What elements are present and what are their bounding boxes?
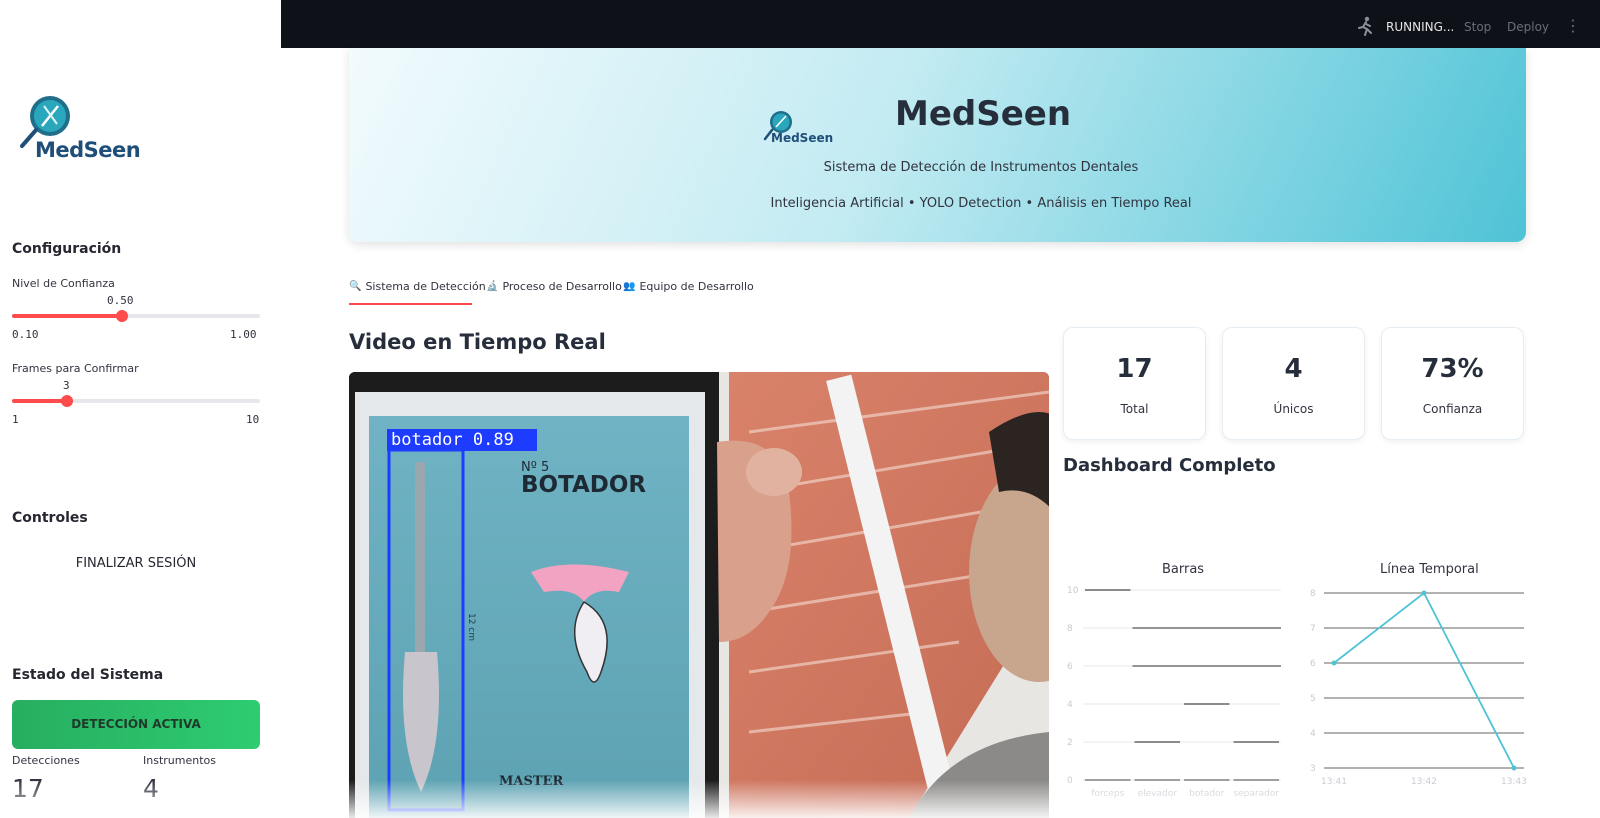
tab-label: Proceso de Desarrollo [502, 280, 622, 293]
detection-label: botador 0.89 [391, 430, 514, 450]
x-tick-label: elevador [1138, 789, 1178, 799]
confidence-max: 1.00 [230, 328, 257, 341]
y-tick-label: 6 [1067, 662, 1073, 672]
x-tick-label: forceps [1091, 789, 1124, 799]
dashboard-heading: Dashboard Completo [1063, 455, 1276, 476]
instruments-label: Instrumentos [143, 754, 216, 767]
confidence-slider-thumb[interactable] [116, 310, 129, 322]
frames-label: Frames para Confirmar [12, 362, 139, 375]
metric-label: Únicos [1273, 402, 1314, 416]
line-chart: 3 4 5 6 7 8 13:41 13:42 13:43 [1310, 589, 1527, 787]
controls-heading: Controles [12, 510, 88, 526]
y-tick-label: 8 [1310, 589, 1316, 599]
metric-value: 4 [1284, 354, 1303, 384]
confidence-min: 0.10 [12, 328, 39, 341]
video-heading: Video en Tiempo Real [349, 330, 606, 354]
stop-button[interactable]: Stop [1464, 20, 1491, 34]
detections-value: 17 [12, 774, 44, 803]
confidence-value: 0.50 [107, 294, 134, 307]
card-brand: MASTER [499, 774, 564, 789]
page-subtitle: Sistema de Detección de Instrumentos Den… [823, 160, 1139, 175]
data-point [1331, 660, 1337, 666]
sidebar: MedSeen Configuración Nivel de Confianza… [0, 0, 281, 818]
card-measure: 12 cm [466, 612, 477, 642]
metric-value: 17 [1116, 354, 1153, 384]
data-point [1421, 590, 1427, 596]
metric-card-total: 17 Total [1063, 327, 1206, 440]
x-tick-label: 13:41 [1321, 777, 1347, 787]
data-point [1511, 765, 1517, 771]
instruments-value: 4 [143, 774, 159, 803]
metric-value: 73% [1421, 354, 1484, 384]
microscope-icon: 🔬 [486, 281, 499, 292]
banner-logo-text: MedSeen [771, 131, 834, 145]
metric-card-confidence: 73% Confianza [1381, 327, 1524, 440]
series-line [1333, 591, 1515, 769]
tab-label: Equipo de Desarrollo [639, 280, 754, 293]
tab-equipo-desarrollo[interactable]: 👥 Equipo de Desarrollo [623, 280, 754, 293]
frames-value: 3 [63, 379, 70, 392]
metric-label: Total [1120, 402, 1149, 416]
page-tagline: Inteligencia Artificial • YOLO Detection… [770, 196, 1192, 211]
end-session-button[interactable]: FINALIZAR SESIÓN [12, 547, 260, 581]
confidence-slider[interactable] [12, 310, 260, 322]
confidence-label: Nivel de Confianza [12, 277, 115, 290]
x-tick-label: 13:43 [1501, 777, 1527, 787]
y-tick-label: 2 [1067, 738, 1073, 748]
line-chart-title: Línea Temporal [1380, 562, 1479, 577]
y-tick-label: 4 [1067, 700, 1073, 710]
video-feed: botador 0.89 Nº 5 BOTADOR 12 cm MASTER [349, 372, 1049, 818]
tab-sistema-deteccion[interactable]: 🔍 Sistema de Detección [349, 280, 486, 293]
tab-label: Sistema de Detección [365, 280, 486, 293]
y-tick-label: 8 [1067, 624, 1073, 634]
y-tick-label: 3 [1310, 764, 1316, 774]
y-tick-label: 4 [1310, 729, 1316, 739]
metric-label: Confianza [1422, 402, 1483, 416]
y-tick-label: 6 [1310, 659, 1316, 669]
frames-slider-fill [12, 399, 68, 403]
metric-card-unique: 4 Únicos [1222, 327, 1365, 440]
x-tick-label: separador [1233, 789, 1279, 799]
header-banner [349, 48, 1526, 242]
x-tick-label: botador [1189, 789, 1224, 799]
x-tick-label: 13:42 [1411, 777, 1437, 787]
status-heading: Estado del Sistema [12, 667, 164, 683]
running-person-icon [1358, 16, 1372, 36]
bar-chart: 0 2 4 6 8 10 forceps elevador botador separador [1067, 586, 1281, 799]
page-title: MedSeen [895, 94, 1072, 134]
detections-label: Detecciones [12, 754, 80, 767]
config-heading: Configuración [12, 241, 122, 257]
people-icon: 👥 [623, 281, 636, 292]
confidence-slider-fill [12, 314, 123, 318]
frames-slider[interactable] [12, 395, 260, 407]
running-status: RUNNING... [1386, 20, 1455, 34]
frames-slider-thumb[interactable] [61, 395, 74, 407]
y-tick-label: 10 [1067, 586, 1079, 596]
active-tab-indicator [349, 303, 472, 305]
card-title: BOTADOR [521, 472, 647, 498]
main-menu-icon[interactable]: ⋮ [1565, 16, 1581, 35]
bar-chart-title: Barras [1162, 562, 1205, 577]
y-tick-label: 7 [1310, 624, 1316, 634]
frames-min: 1 [12, 413, 19, 426]
y-tick-label: 5 [1310, 694, 1316, 704]
status-badge: DETECCIÓN ACTIVA [12, 700, 260, 749]
sidebar-logo-text: MedSeen [35, 138, 141, 162]
frames-max: 10 [246, 413, 260, 426]
tab-proceso-desarrollo[interactable]: 🔬 Proceso de Desarrollo [486, 280, 622, 293]
y-tick-label: 0 [1067, 776, 1073, 786]
magnifier-icon: 🔍 [349, 281, 362, 292]
deploy-button[interactable]: Deploy [1507, 20, 1549, 34]
